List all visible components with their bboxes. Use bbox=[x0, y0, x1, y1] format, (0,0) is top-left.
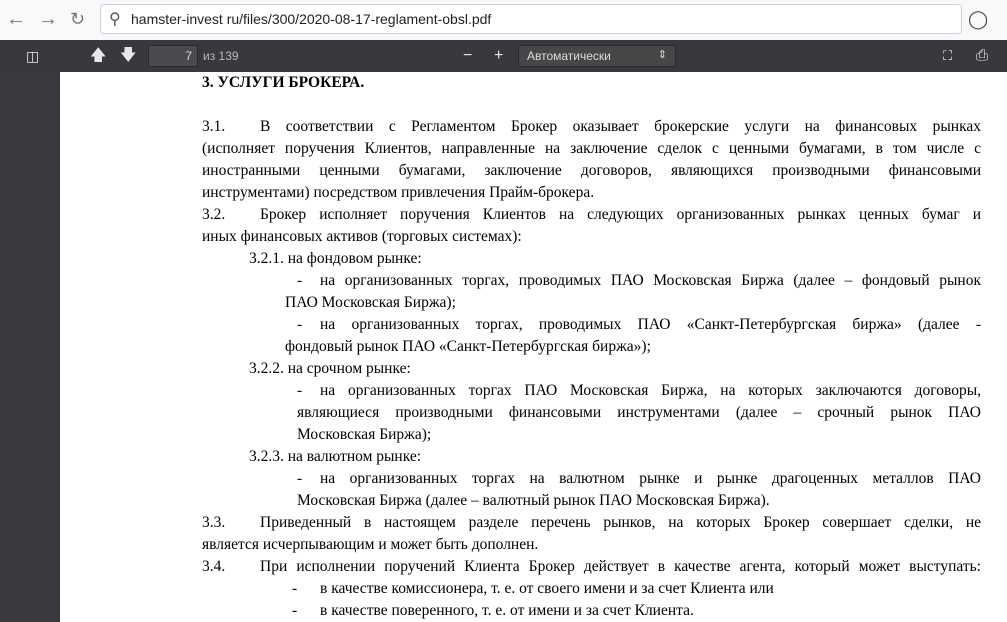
text-line: на организованных торгах, проводимых ПАО… bbox=[320, 316, 981, 333]
browser-nav-bar: ← → ↻ ⚲ hamster-invest ru/files/300/2020… bbox=[0, 0, 1007, 40]
bullet-dash: - bbox=[297, 382, 303, 399]
zoom-in-icon[interactable]: + bbox=[494, 46, 503, 66]
zoom-value: Автоматически bbox=[527, 49, 611, 63]
text-line: 3.2.2. на срочном рынке: bbox=[249, 360, 411, 377]
bullet-dash: - bbox=[292, 602, 298, 619]
clause-number: 3.3. bbox=[202, 514, 226, 531]
text-line: 3.2.3. на валютном рынке: bbox=[249, 448, 422, 465]
select-arrows-icon: ⇕ bbox=[657, 49, 667, 61]
forward-icon[interactable]: → bbox=[38, 8, 58, 30]
text-line: Московская Биржа (далее – валютный рынок… bbox=[297, 492, 770, 509]
reload-icon[interactable]: ↻ bbox=[70, 8, 85, 30]
text-line: является исчерпывающим и может быть допо… bbox=[202, 536, 539, 553]
section-heading: 3. УСЛУГИ БРОКЕРА. bbox=[202, 74, 365, 91]
pdf-toolbar: ◫ 🡅 🡇 7 из 139 − + Автоматически ⇕ ⛶ ⎙ bbox=[0, 40, 1007, 72]
page-count: из 139 bbox=[203, 49, 239, 63]
next-page-icon[interactable]: 🡇 bbox=[120, 46, 136, 66]
sidebar-gutter bbox=[0, 72, 60, 622]
previous-page-icon[interactable]: 🡅 bbox=[90, 46, 106, 66]
text-line: 3.2.1. на фондовом рынке: bbox=[249, 250, 422, 267]
bullet-dash: - bbox=[297, 316, 303, 333]
text-line: фондовый рынок ПАО «Санкт-Петербургская … bbox=[285, 338, 651, 355]
presentation-mode-icon[interactable]: ⛶ bbox=[943, 46, 952, 66]
text-line: инструментами) посредством привлечения П… bbox=[202, 184, 595, 201]
zoom-out-icon[interactable]: − bbox=[463, 46, 472, 66]
text-line: (исполняет поручения Клиентов, направлен… bbox=[202, 140, 981, 157]
text-line: Московская Биржа); bbox=[297, 426, 432, 443]
bullet-dash: - bbox=[297, 272, 303, 289]
text-line: в качестве поверенного, т. е. от имени и… bbox=[320, 602, 694, 619]
sidebar-toggle-icon[interactable]: ◫ bbox=[26, 46, 39, 66]
zoom-select[interactable]: Автоматически ⇕ bbox=[518, 45, 676, 67]
bullet-dash: - bbox=[292, 580, 298, 597]
text-line: являющиеся производными финансовыми инст… bbox=[297, 404, 981, 421]
text-line: иностранными ценными бумагами, заключени… bbox=[202, 162, 981, 179]
clause-number: 3.4. bbox=[202, 558, 226, 575]
page-number-input[interactable]: 7 bbox=[148, 45, 198, 67]
back-icon[interactable]: ← bbox=[6, 8, 26, 30]
text-line: в качестве комиссионера, т. е. от своего… bbox=[320, 580, 774, 597]
text-line: ПАО Московская Биржа); bbox=[285, 294, 456, 311]
shield-icon[interactable]: ◯ bbox=[968, 8, 988, 30]
clause-number: 3.2. bbox=[202, 206, 226, 223]
search-icon: ⚲ bbox=[109, 11, 121, 28]
text-line: Приведенный в настоящем разделе перечень… bbox=[260, 514, 981, 531]
text-line: на организованных торгах, проводимых ПАО… bbox=[320, 272, 981, 289]
text-line: на организованных торгах на валютном рын… bbox=[320, 470, 981, 487]
text-line: Брокер исполняет поручения Клиентов на с… bbox=[260, 206, 981, 223]
print-icon[interactable]: ⎙ bbox=[976, 46, 988, 66]
text-line: В соответствии с Регламентом Брокер оказ… bbox=[260, 118, 981, 135]
bullet-dash: - bbox=[297, 470, 303, 487]
text-line: на организованных торгах ПАО Московская … bbox=[320, 382, 981, 399]
clause-number: 3.1. bbox=[202, 118, 226, 135]
text-line: иных финансовых активов (торговых систем… bbox=[202, 228, 522, 245]
address-bar[interactable]: ⚲ hamster-invest ru/files/300/2020-08-17… bbox=[100, 4, 962, 34]
url-text: hamster-invest ru/files/300/2020-08-17-r… bbox=[131, 11, 492, 27]
text-line: При исполнении поручений Клиента Брокер … bbox=[260, 558, 981, 575]
pdf-page: 3. УСЛУГИ БРОКЕРА. 3.1. В соответствии с … bbox=[60, 72, 1007, 622]
